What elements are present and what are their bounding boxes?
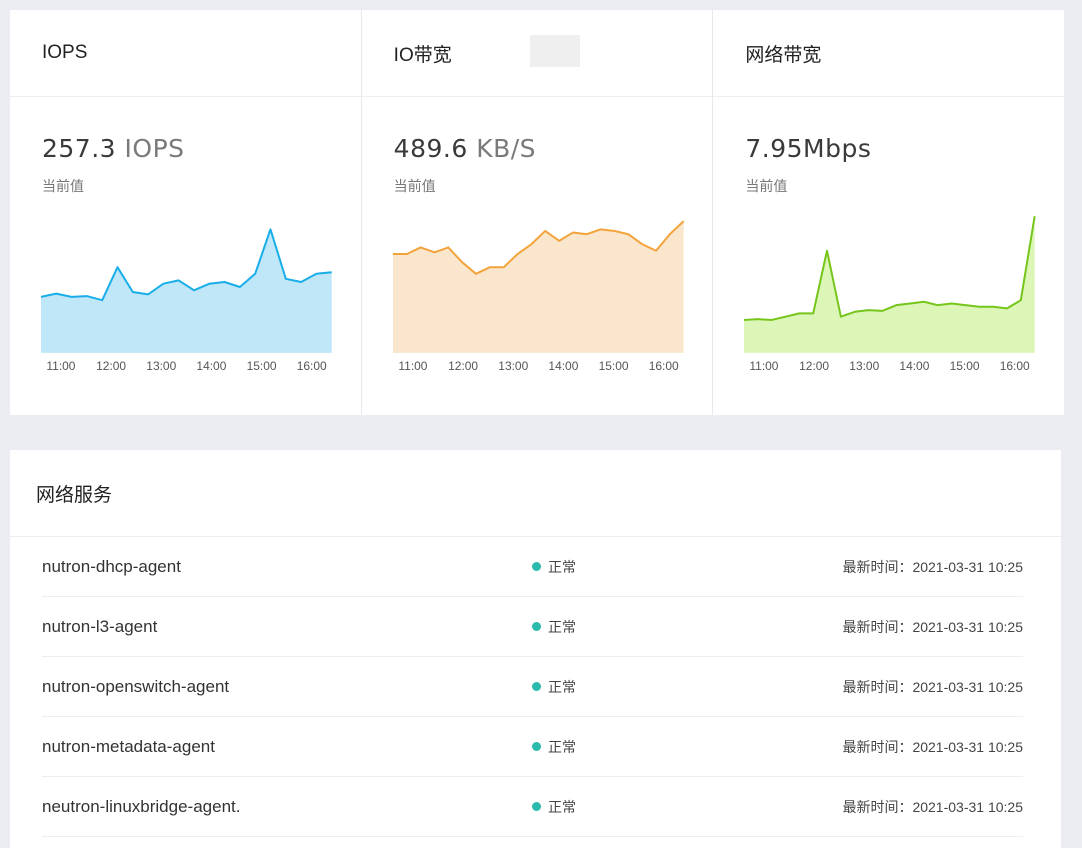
metric-current-value: 7.95Mbps: [745, 134, 871, 163]
service-name: nutron-openswitch-agent: [42, 676, 230, 696]
metric-header: IO带宽: [361, 10, 713, 97]
service-status: 正常: [532, 797, 576, 817]
service-name: nutron-dhcp-agent: [42, 556, 181, 576]
metric-value-unit: KB/S: [467, 134, 537, 163]
x-tick-label: 11:00: [46, 359, 75, 373]
area-chart-svg: 11:00 12:00 13:00 14:00 15:00 16:00: [40, 228, 332, 373]
service-status: 正常: [532, 677, 576, 697]
x-tick-label: 11:00: [398, 359, 427, 373]
services-list: nutron-dhcp-agent 正常 最新时间：2021-03-31 10:25…: [10, 537, 1061, 837]
metric-title: IO带宽: [393, 44, 452, 66]
metric-current-value: 257.3 IOPS: [42, 134, 185, 163]
service-updated-time: 最新时间：2021-03-31 10:25: [842, 798, 1023, 815]
metric-iops-card: IOPS 257.3 IOPS 当前值 11:00 12:00 13:00 14:00…: [10, 10, 362, 415]
network-services-panel: 网络服务 nutron-dhcp-agent 正常 最新时间：2021-03-31 …: [10, 450, 1061, 848]
status-dot-icon: [532, 682, 541, 691]
status-dot-icon: [532, 562, 541, 571]
iops-chart: 11:00 12:00 13:00 14:00 15:00 16:00: [10, 180, 361, 380]
service-updated-time: 最新时间：2021-03-31 10:25: [842, 738, 1023, 755]
service-status-label: 正常: [548, 798, 576, 815]
service-row[interactable]: nutron-metadata-agent 正常 最新时间：2021-03-31 1…: [42, 717, 1023, 777]
x-tick-label: 14:00: [196, 359, 226, 373]
series-area: [392, 221, 684, 353]
x-tick-label: 15:00: [247, 359, 277, 373]
service-row[interactable]: nutron-openswitch-agent 正常 最新时间：2021-03-31…: [42, 657, 1023, 717]
service-updated-time: 最新时间：2021-03-31 10:25: [842, 678, 1023, 695]
metric-current-value: 489.6 KB/S: [394, 134, 536, 163]
service-row[interactable]: nutron-dhcp-agent 正常 最新时间：2021-03-31 10:25: [42, 537, 1023, 597]
service-row[interactable]: neutron-linuxbridge-agent. 正常 最新时间：2021-03…: [42, 777, 1023, 837]
service-status-label: 正常: [548, 618, 576, 635]
service-status: 正常: [532, 737, 576, 757]
metric-value-number: 489.6: [393, 134, 468, 163]
metric-value-unit: IOPS: [116, 134, 185, 163]
series-area: [744, 216, 1036, 353]
service-status: 正常: [532, 557, 576, 577]
metric-io-bandwidth-card: IO带宽 489.6 KB/S 当前值 11:00 12:00 13:00 14:00…: [361, 10, 714, 415]
x-tick-label: 12:00: [448, 359, 478, 373]
metric-title: 网络带宽: [745, 44, 822, 66]
status-dot-icon: [532, 622, 541, 631]
x-tick-label: 11:00: [750, 359, 779, 373]
service-updated-time: 最新时间：2021-03-31 10:25: [842, 558, 1023, 575]
x-tick-label: 12:00: [96, 359, 126, 373]
series-area: [40, 229, 332, 353]
metrics-panel: IOPS 257.3 IOPS 当前值 11:00 12:00 13:00 14:00…: [10, 10, 1065, 415]
metric-value-number: 257.3: [42, 134, 117, 163]
service-updated-time: 最新时间：2021-03-31 10:25: [842, 618, 1023, 635]
status-dot-icon: [532, 742, 541, 751]
series-line: [744, 215, 1037, 321]
services-title: 网络服务: [10, 450, 1061, 537]
x-tick-label: 13:00: [146, 359, 176, 373]
metric-title: IOPS: [42, 42, 88, 63]
service-status-label: 正常: [548, 678, 576, 695]
metric-value-number: 7.95Mbps: [745, 134, 872, 163]
x-tick-label: 16:00: [648, 359, 678, 373]
x-tick-label: 14:00: [900, 359, 930, 373]
metric-header: 网络带宽: [713, 10, 1065, 97]
x-tick-label: 12:00: [799, 359, 829, 373]
service-status: 正常: [532, 617, 576, 637]
metric-network-bandwidth-card: 网络带宽 7.95Mbps 当前值 11:00 12:00 13:00 14:00 15…: [713, 10, 1065, 415]
service-name: neutron-linuxbridge-agent.: [42, 796, 241, 816]
service-status-label: 正常: [548, 558, 576, 575]
network-bandwidth-chart: 11:00 12:00 13:00 14:00 15:00 16:00: [713, 180, 1064, 380]
x-tick-label: 15:00: [950, 359, 980, 373]
x-tick-label: 16:00: [297, 359, 327, 373]
service-row[interactable]: nutron-l3-agent 正常 最新时间：2021-03-31 10:25: [42, 597, 1023, 657]
service-name: nutron-l3-agent: [42, 616, 158, 636]
x-tick-label: 15:00: [598, 359, 628, 373]
x-tick-label: 13:00: [498, 359, 528, 373]
metric-header: IOPS: [10, 10, 361, 97]
x-tick-label: 14:00: [548, 359, 578, 373]
area-chart-svg: 11:00 12:00 13:00 14:00 15:00 16:00: [744, 215, 1037, 373]
service-name: nutron-metadata-agent: [42, 736, 215, 756]
x-tick-label: 16:00: [1000, 359, 1030, 373]
status-dot-icon: [532, 802, 541, 811]
area-chart-svg: 11:00 12:00 13:00 14:00 15:00 16:00: [392, 220, 685, 373]
x-tick-label: 13:00: [850, 359, 880, 373]
service-status-label: 正常: [548, 738, 576, 755]
io-bandwidth-chart: 11:00 12:00 13:00 14:00 15:00 16:00: [362, 180, 713, 380]
title-placeholder-chip: [529, 35, 580, 67]
